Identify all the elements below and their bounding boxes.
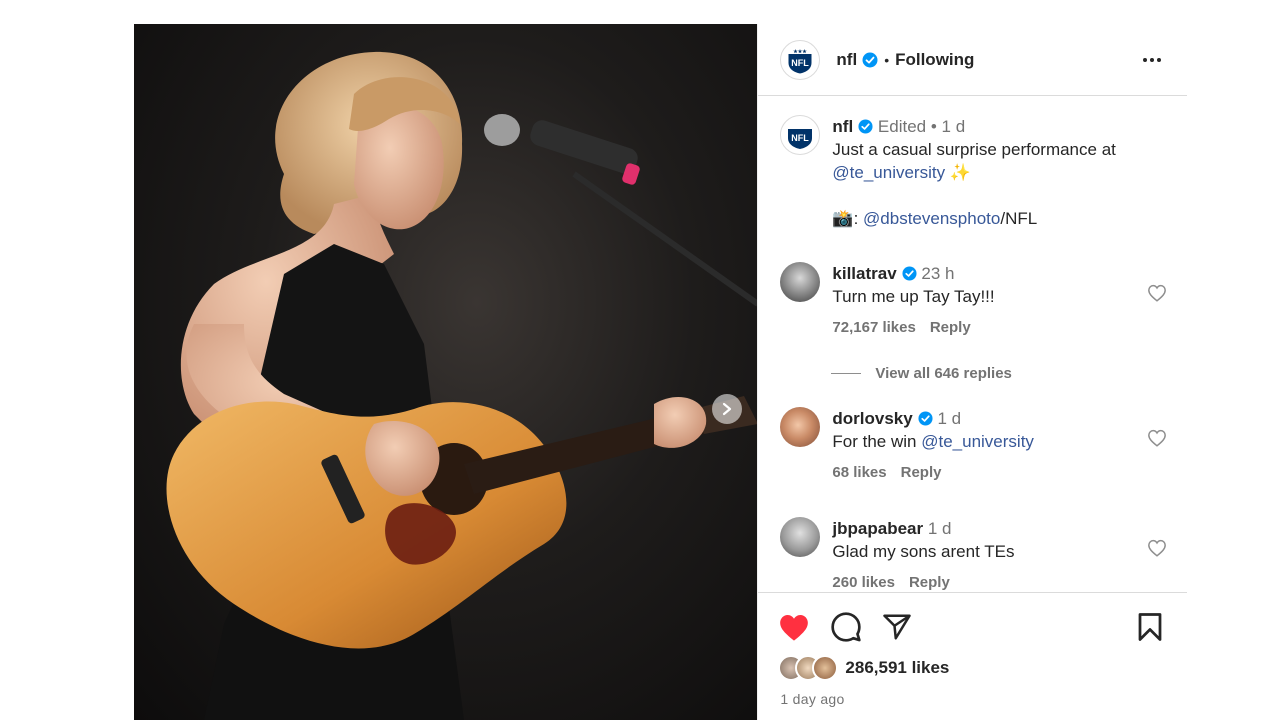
heart-outline-icon[interactable] (1147, 429, 1167, 447)
comment-icon (831, 612, 862, 642)
view-replies-button[interactable]: View all 646 replies (831, 365, 1012, 382)
comment-username[interactable]: dorlovsky (832, 409, 912, 428)
comment-time: 1 d (927, 519, 952, 538)
heart-filled-icon (780, 614, 809, 641)
comment-time: 1 d (937, 409, 962, 428)
carousel-next-button[interactable] (712, 394, 742, 424)
performer-illustration (166, 51, 758, 720)
liker-avatar (812, 655, 839, 681)
verified-icon (902, 266, 917, 281)
caption-time: 1 d (941, 117, 966, 136)
verified-icon (918, 411, 933, 426)
comment-likes[interactable]: 260 likes (832, 574, 895, 591)
edited-label: Edited (877, 117, 927, 136)
nfl-logo-icon: NFL (788, 123, 813, 149)
comment-username[interactable]: killatrav (832, 264, 896, 283)
following-button[interactable]: Following (895, 50, 974, 70)
verified-icon (862, 52, 878, 67)
more-options-button[interactable] (1137, 52, 1167, 68)
caption-text: Just a casual surprise performance at (832, 140, 1116, 159)
sparkle-emoji: ✨ (949, 163, 972, 182)
heart-outline-icon[interactable] (1147, 539, 1167, 557)
more-icon (1143, 57, 1147, 62)
svg-text:NFL: NFL (792, 133, 810, 143)
post-header: ★★★ NFL nfl • Following (758, 24, 1187, 96)
comment-body: dorlovsky 1 d For the win @te_university… (832, 407, 1137, 484)
author-avatar[interactable]: ★★★ NFL (780, 39, 821, 80)
verified-icon (858, 119, 873, 134)
comment-username[interactable]: jbpapabear (832, 519, 923, 538)
bookmark-icon (1138, 613, 1162, 641)
post-sidebar: ★★★ NFL nfl • Following NFL nfl Edited •… (757, 24, 1187, 720)
reply-button[interactable]: Reply (901, 464, 942, 481)
separator-dot: • (884, 51, 890, 68)
caption-avatar[interactable]: NFL (780, 115, 821, 155)
author-username[interactable]: nfl (836, 50, 857, 70)
action-bar: 286,591 likes 1 day ago (758, 592, 1187, 721)
comments-list[interactable]: NFL nfl Edited • 1 d Just a casual surpr… (758, 97, 1187, 592)
comment-time: 23 h (921, 264, 955, 283)
comment-body: killatrav 23 h Turn me up Tay Tay!!! 72,… (832, 262, 1137, 339)
comment-button[interactable] (830, 611, 862, 643)
reply-button[interactable]: Reply (909, 574, 950, 591)
post-photo[interactable] (134, 24, 758, 720)
save-button[interactable] (1137, 612, 1163, 642)
svg-text:★★★: ★★★ (794, 49, 808, 55)
divider-line (831, 373, 862, 374)
comment-item: dorlovsky 1 d For the win @te_university… (780, 407, 1177, 487)
like-button[interactable] (778, 613, 810, 642)
svg-text:NFL: NFL (792, 58, 810, 68)
commenter-avatar[interactable] (780, 407, 821, 447)
like-count[interactable]: 286,591 likes (845, 658, 949, 678)
comment-text: Turn me up Tay Tay!!! (832, 287, 995, 306)
heart-outline-icon[interactable] (1147, 284, 1167, 302)
comment-likes[interactable]: 72,167 likes (832, 319, 915, 336)
photo-credit-suffix: /NFL (1000, 209, 1038, 228)
photo-credit-mention[interactable]: @dbstevensphoto (863, 209, 1000, 228)
share-icon (883, 614, 912, 640)
post-date: 1 day ago (780, 691, 845, 707)
reply-button[interactable]: Reply (930, 319, 971, 336)
nfl-logo-icon: ★★★ NFL (787, 47, 813, 75)
comment-text: For the win (832, 432, 917, 451)
camera-emoji: 📸 (832, 209, 854, 228)
share-button[interactable] (882, 612, 912, 642)
comment-mention[interactable]: @te_university (921, 432, 1034, 451)
comment-text: Glad my sons arent TEs (832, 542, 1015, 561)
comment-item: jbpapabear 1 d Glad my sons arent TEs 26… (780, 517, 1177, 592)
commenter-avatar[interactable] (780, 517, 821, 557)
caption-body: nfl Edited • 1 d Just a casual surprise … (832, 117, 1116, 228)
comment-body: jbpapabear 1 d Glad my sons arent TEs 26… (832, 517, 1137, 592)
liked-by-row[interactable]: 286,591 likes (778, 655, 949, 681)
comment-item: killatrav 23 h Turn me up Tay Tay!!! 72,… (780, 262, 1177, 342)
credit-sep: : (853, 209, 859, 228)
chevron-right-icon (722, 402, 732, 416)
comment-likes[interactable]: 68 likes (832, 464, 886, 481)
commenter-avatar[interactable] (780, 262, 821, 302)
caption-username[interactable]: nfl (832, 117, 853, 136)
caption-mention[interactable]: @te_university (832, 163, 945, 182)
instagram-post: ★★★ NFL nfl • Following NFL nfl Edited •… (134, 24, 1187, 720)
